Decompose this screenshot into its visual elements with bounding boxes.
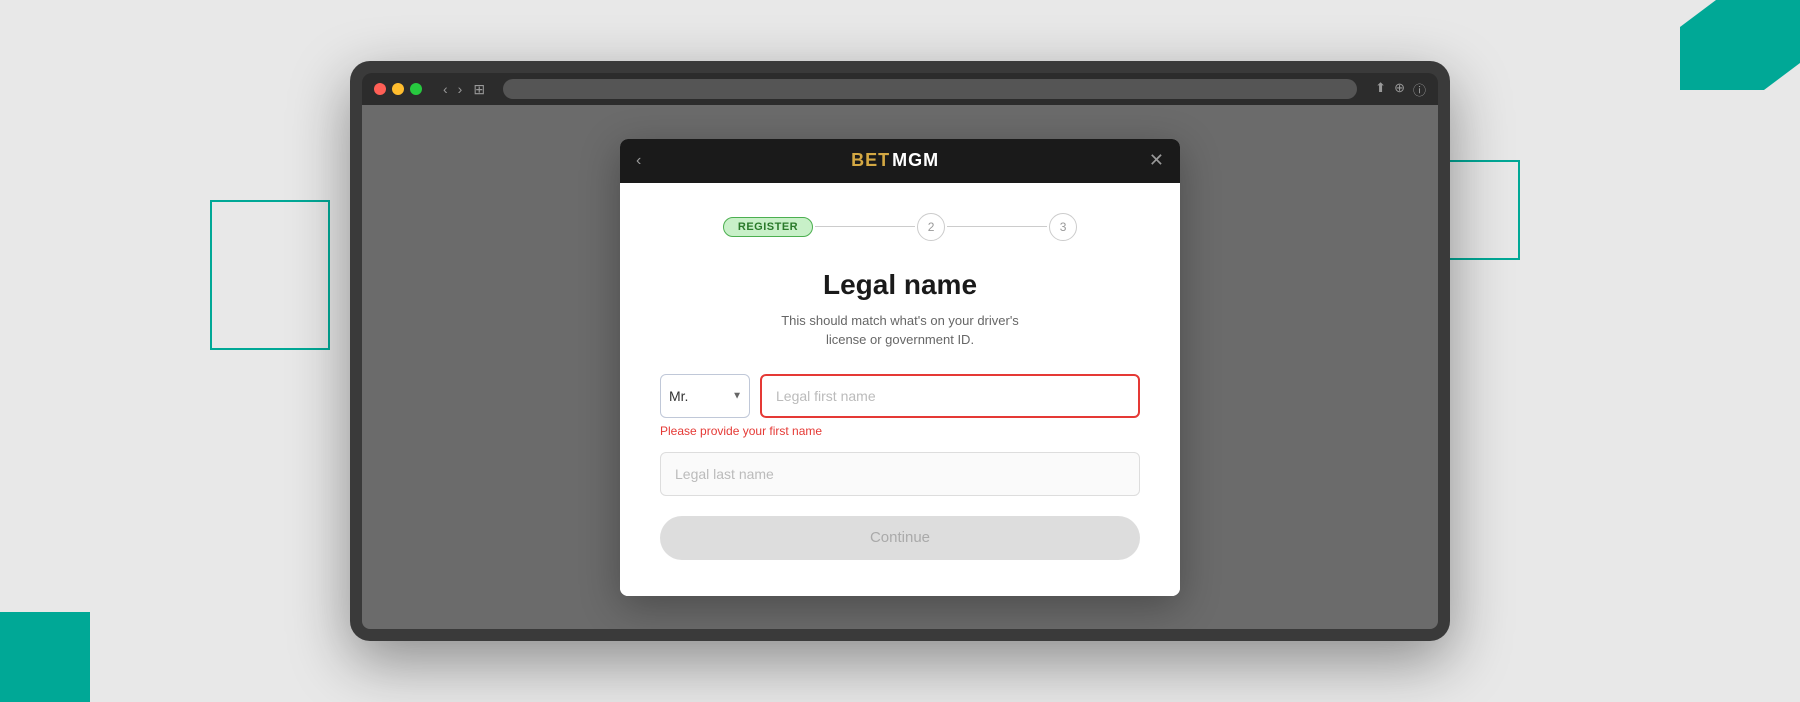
address-bar[interactable]	[503, 79, 1357, 99]
last-name-input[interactable]	[660, 452, 1140, 496]
title-select-wrapper: Mr. Mrs. Ms. Dr. ▼	[660, 374, 750, 418]
modal-logo: BET MGM	[851, 150, 939, 171]
step-3-circle: 3	[1049, 213, 1077, 241]
screen-content: ‹ BET MGM ✕ REGISTER 2	[362, 105, 1438, 629]
traffic-light-red[interactable]	[374, 83, 386, 95]
laptop-wrapper: ‹ › ⊞ ⬆ ⊕ ⓘ ‹ BET MGM	[330, 41, 1470, 661]
share-icon[interactable]: ⬆	[1375, 80, 1386, 99]
toolbar-icons: ⬆ ⊕ ⓘ	[1375, 80, 1426, 99]
new-tab-icon[interactable]: ⊕	[1394, 80, 1405, 99]
back-nav-button[interactable]: ‹	[440, 81, 451, 98]
modal-back-button[interactable]: ‹	[636, 152, 641, 170]
bg-outline-1	[210, 200, 330, 350]
logo-mgm: MGM	[892, 150, 939, 171]
modal-close-button[interactable]: ✕	[1149, 150, 1164, 171]
traffic-light-yellow[interactable]	[392, 83, 404, 95]
laptop-body: ‹ › ⊞ ⬆ ⊕ ⓘ ‹ BET MGM	[350, 61, 1450, 641]
step-line-2	[947, 226, 1047, 228]
progress-steps: REGISTER 2 3	[660, 213, 1140, 241]
logo-bet: BET	[851, 150, 890, 171]
title-select[interactable]: Mr. Mrs. Ms. Dr.	[660, 374, 750, 418]
forward-nav-button[interactable]: ›	[455, 81, 466, 98]
first-name-wrapper	[760, 374, 1140, 418]
bg-decoration-1	[1680, 0, 1800, 90]
first-name-error: Please provide your first name	[660, 424, 1140, 438]
name-row: Mr. Mrs. Ms. Dr. ▼	[660, 374, 1140, 418]
step-line-1	[815, 226, 915, 228]
info-icon[interactable]: ⓘ	[1413, 80, 1426, 99]
step-1-register: REGISTER	[723, 217, 813, 237]
modal-header: ‹ BET MGM ✕	[620, 139, 1180, 183]
sidebar-toggle: ⊞	[473, 81, 485, 98]
nav-controls: ‹ › ⊞	[440, 81, 485, 98]
laptop-top-bar: ‹ › ⊞ ⬆ ⊕ ⓘ	[362, 73, 1438, 105]
form-subtitle: This should match what's on your driver'…	[660, 311, 1140, 350]
first-name-input[interactable]	[760, 374, 1140, 418]
step-2-circle: 2	[917, 213, 945, 241]
bg-decoration-3	[0, 612, 90, 702]
modal-body: REGISTER 2 3 Legal name This should matc…	[620, 183, 1180, 596]
registration-modal: ‹ BET MGM ✕ REGISTER 2	[620, 139, 1180, 596]
form-title: Legal name	[660, 269, 1140, 301]
traffic-light-green[interactable]	[410, 83, 422, 95]
continue-button[interactable]: Continue	[660, 516, 1140, 560]
